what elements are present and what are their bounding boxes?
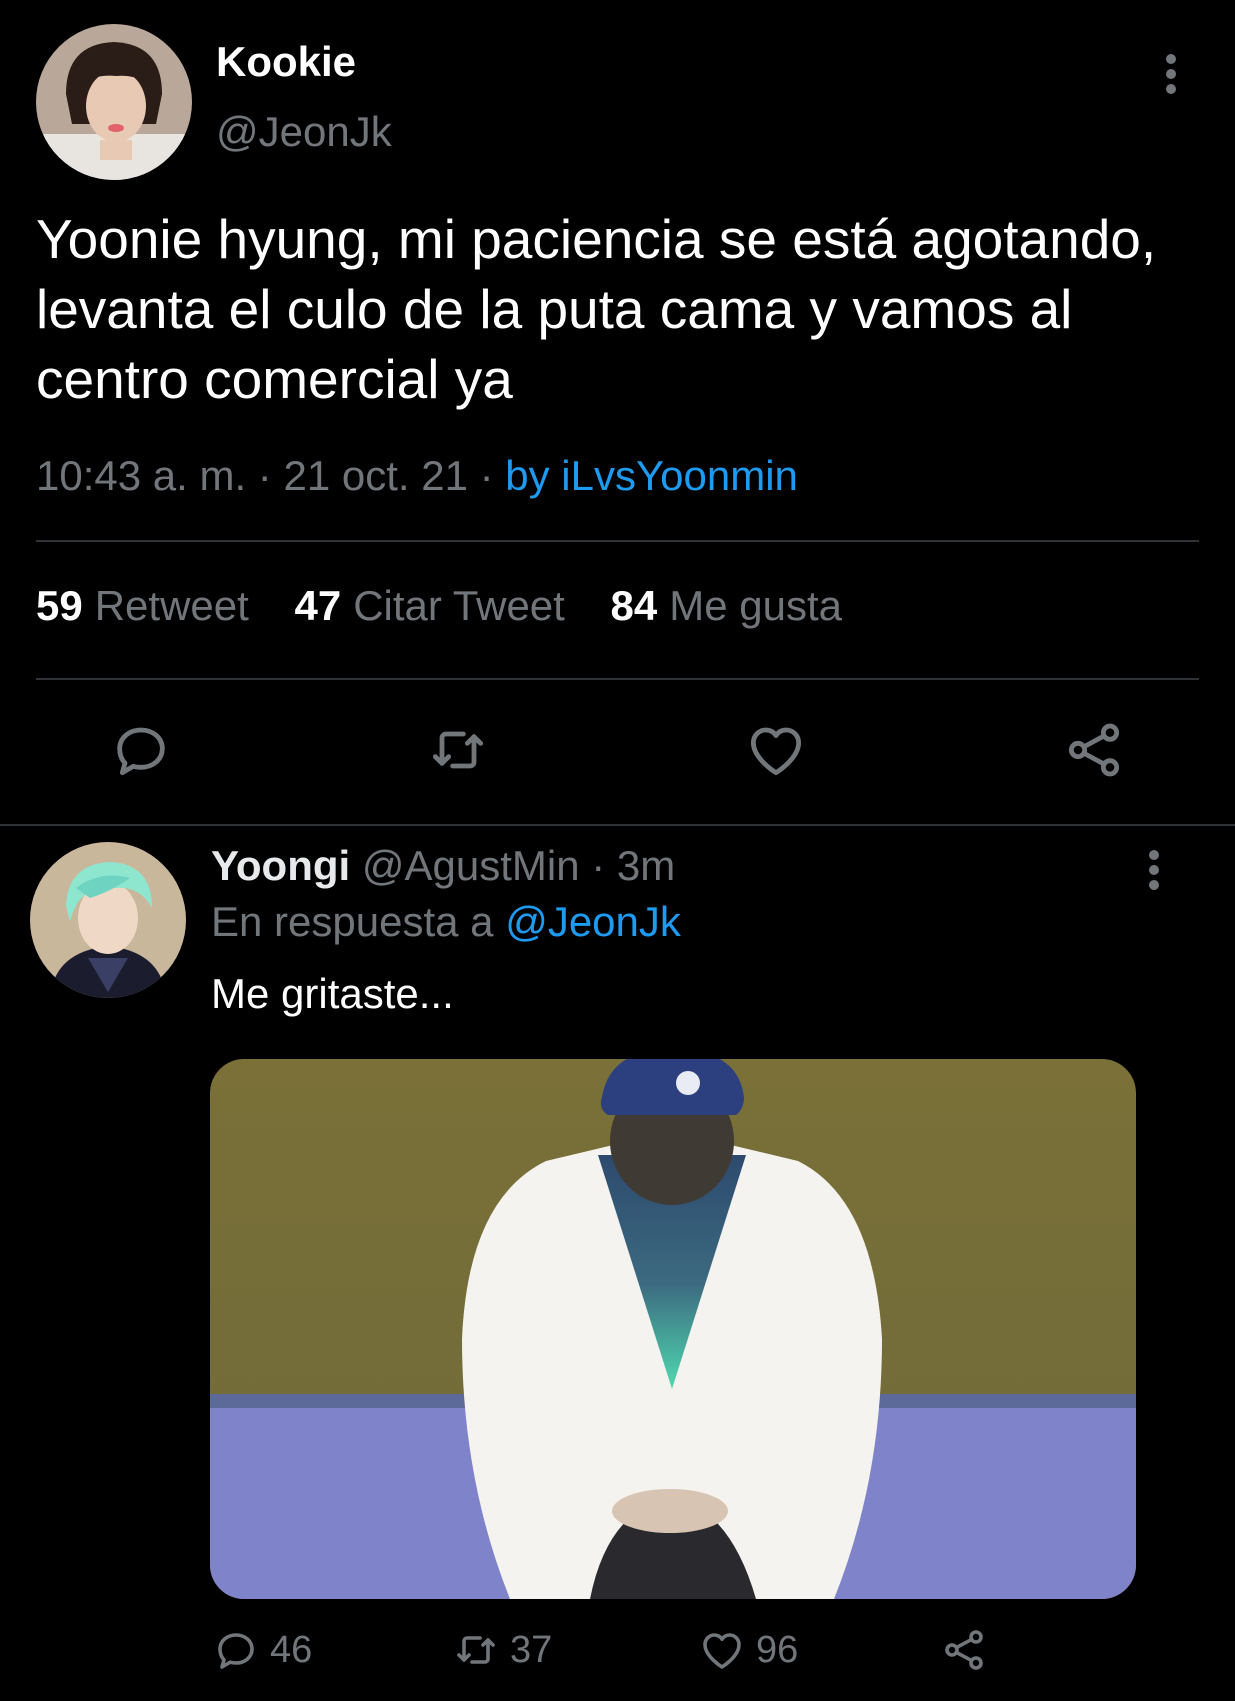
reply-icon[interactable]: [109, 718, 173, 782]
retweet-icon: [457, 1636, 495, 1664]
likes-label: Me gusta: [669, 582, 842, 629]
author-avatar[interactable]: [36, 24, 192, 180]
share-icon: [945, 1630, 983, 1670]
reply-header: Yoongi @AgustMin · 3m: [211, 842, 675, 890]
tweet-meta: 10:43 a. m. · 21 oct. 21 · by iLvsYoonmi…: [36, 452, 798, 500]
reply-time[interactable]: 3m: [617, 842, 675, 889]
heart-icon: [703, 1633, 741, 1669]
reply-text: Me gritaste...: [211, 970, 454, 1017]
divider: [36, 540, 1199, 542]
retweets-label: Retweet: [94, 582, 249, 629]
retweet-icon[interactable]: [426, 718, 490, 782]
header-separator: ·: [591, 842, 606, 889]
like-action[interactable]: 96: [698, 1625, 798, 1675]
reply-action[interactable]: 46: [212, 1625, 312, 1675]
divider: [36, 678, 1199, 680]
share-action[interactable]: [940, 1625, 998, 1675]
share-icon[interactable]: [1062, 718, 1126, 782]
reply-author-avatar[interactable]: [30, 842, 186, 998]
retweet-action[interactable]: 37: [452, 1625, 552, 1675]
tweet-source[interactable]: by iLvsYoonmin: [505, 452, 798, 499]
reply-to-handle[interactable]: @JeonJk: [505, 898, 681, 945]
reply-author-handle[interactable]: @AgustMin: [362, 842, 580, 889]
more-options-icon[interactable]: [1140, 848, 1168, 892]
retweet-count: 37: [510, 1628, 553, 1671]
more-options-icon[interactable]: [1157, 52, 1185, 96]
tweet-time[interactable]: 10:43 a. m.: [36, 452, 246, 499]
reply-media-image[interactable]: [210, 1059, 1136, 1599]
reply-author-name[interactable]: Yoongi: [211, 842, 350, 889]
reply-to-prefix: En respuesta a: [211, 898, 494, 945]
retweets-stat[interactable]: 59 Retweet: [36, 582, 249, 629]
quotes-count: 47: [294, 582, 342, 629]
quotes-label: Citar Tweet: [353, 582, 565, 629]
tweet-stats: 59 Retweet 47 Citar Tweet 84 Me gusta: [36, 582, 876, 630]
quotes-stat[interactable]: 47 Citar Tweet: [294, 582, 564, 629]
reply-icon: [218, 1633, 254, 1669]
author-handle[interactable]: @JeonJk: [216, 108, 392, 156]
tweet-text: Yoonie hyung, mi paciencia se está agota…: [36, 208, 1157, 410]
heart-icon[interactable]: [744, 718, 808, 782]
meta-separator: ·: [257, 452, 272, 499]
tweet-date[interactable]: 21 oct. 21: [283, 452, 467, 499]
like-count: 96: [756, 1628, 799, 1671]
likes-count: 84: [610, 582, 658, 629]
tweet-separator: [0, 824, 1235, 826]
retweets-count: 59: [36, 582, 83, 629]
author-name[interactable]: Kookie: [216, 38, 356, 86]
reply-count: 46: [270, 1628, 313, 1671]
likes-stat[interactable]: 84 Me gusta: [611, 582, 842, 629]
meta-separator: ·: [479, 452, 494, 499]
reply-to-line: En respuesta a @JeonJk: [211, 898, 681, 946]
